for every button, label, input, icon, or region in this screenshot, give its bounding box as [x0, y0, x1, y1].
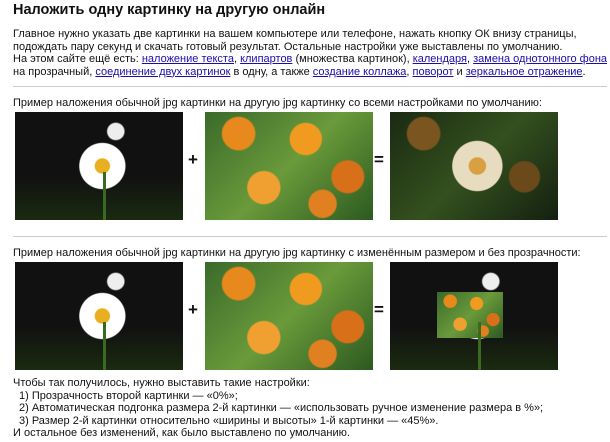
link-background-replace[interactable]: замена однотонного фона — [473, 53, 607, 65]
settings-block: Чтобы так получилось, нужно выставить та… — [13, 377, 608, 440]
link-join-images[interactable]: соединение двух картинок — [95, 66, 230, 78]
link-rotate[interactable]: поворот — [413, 66, 454, 78]
link-mirror[interactable]: зеркальное отражение — [466, 66, 583, 78]
intro-text: Главное нужно указать две картинки на ва… — [13, 28, 608, 78]
link-cliparts[interactable]: клипартов — [240, 53, 292, 65]
settings-footer: И остальное без изменений, как было выст… — [13, 427, 350, 439]
settings-item: 1) Прозрачность второй картинки — «0%»; — [19, 389, 238, 402]
plus-sign: + — [188, 300, 198, 319]
divider — [13, 236, 607, 237]
flowers-image — [205, 112, 373, 220]
also-prefix: На этом сайте ещё есть: — [13, 53, 142, 65]
settings-heading: Чтобы так получилось, нужно выставить та… — [13, 377, 310, 389]
example2-caption: Пример наложения обычной jpg картинки на… — [13, 247, 581, 259]
sep: в одну, а также — [230, 65, 313, 78]
intro-line: Главное нужно указать две картинки на ва… — [13, 28, 577, 53]
link-collage[interactable]: создание коллажа — [313, 66, 407, 78]
sep: . — [582, 65, 586, 78]
flowers-image — [205, 262, 373, 370]
equals-sign: = — [374, 300, 384, 319]
plus-sign: + — [188, 150, 198, 169]
sep: и — [453, 65, 466, 78]
settings-item: 3) Размер 2-й картинки относительно «шир… — [19, 414, 439, 427]
page-title: Наложить одну картинку на другую онлайн — [13, 2, 326, 18]
equals-sign: = — [374, 150, 384, 169]
resized-overlay-image — [437, 292, 503, 338]
daisy-image — [15, 262, 183, 370]
example1-caption: Пример наложения обычной jpg картинки на… — [13, 97, 542, 109]
result-resized-image — [390, 262, 558, 370]
sep: (множества картинок), — [292, 53, 413, 65]
link-text-overlay[interactable]: наложение текста — [142, 53, 234, 65]
settings-item: 2) Автоматическая подгонка размера 2-й к… — [19, 402, 544, 414]
sep: на прозрачный, — [13, 65, 96, 78]
link-calendar[interactable]: календаря — [413, 53, 467, 65]
divider — [13, 86, 607, 87]
result-blended-image — [390, 112, 558, 220]
daisy-image — [15, 112, 183, 220]
